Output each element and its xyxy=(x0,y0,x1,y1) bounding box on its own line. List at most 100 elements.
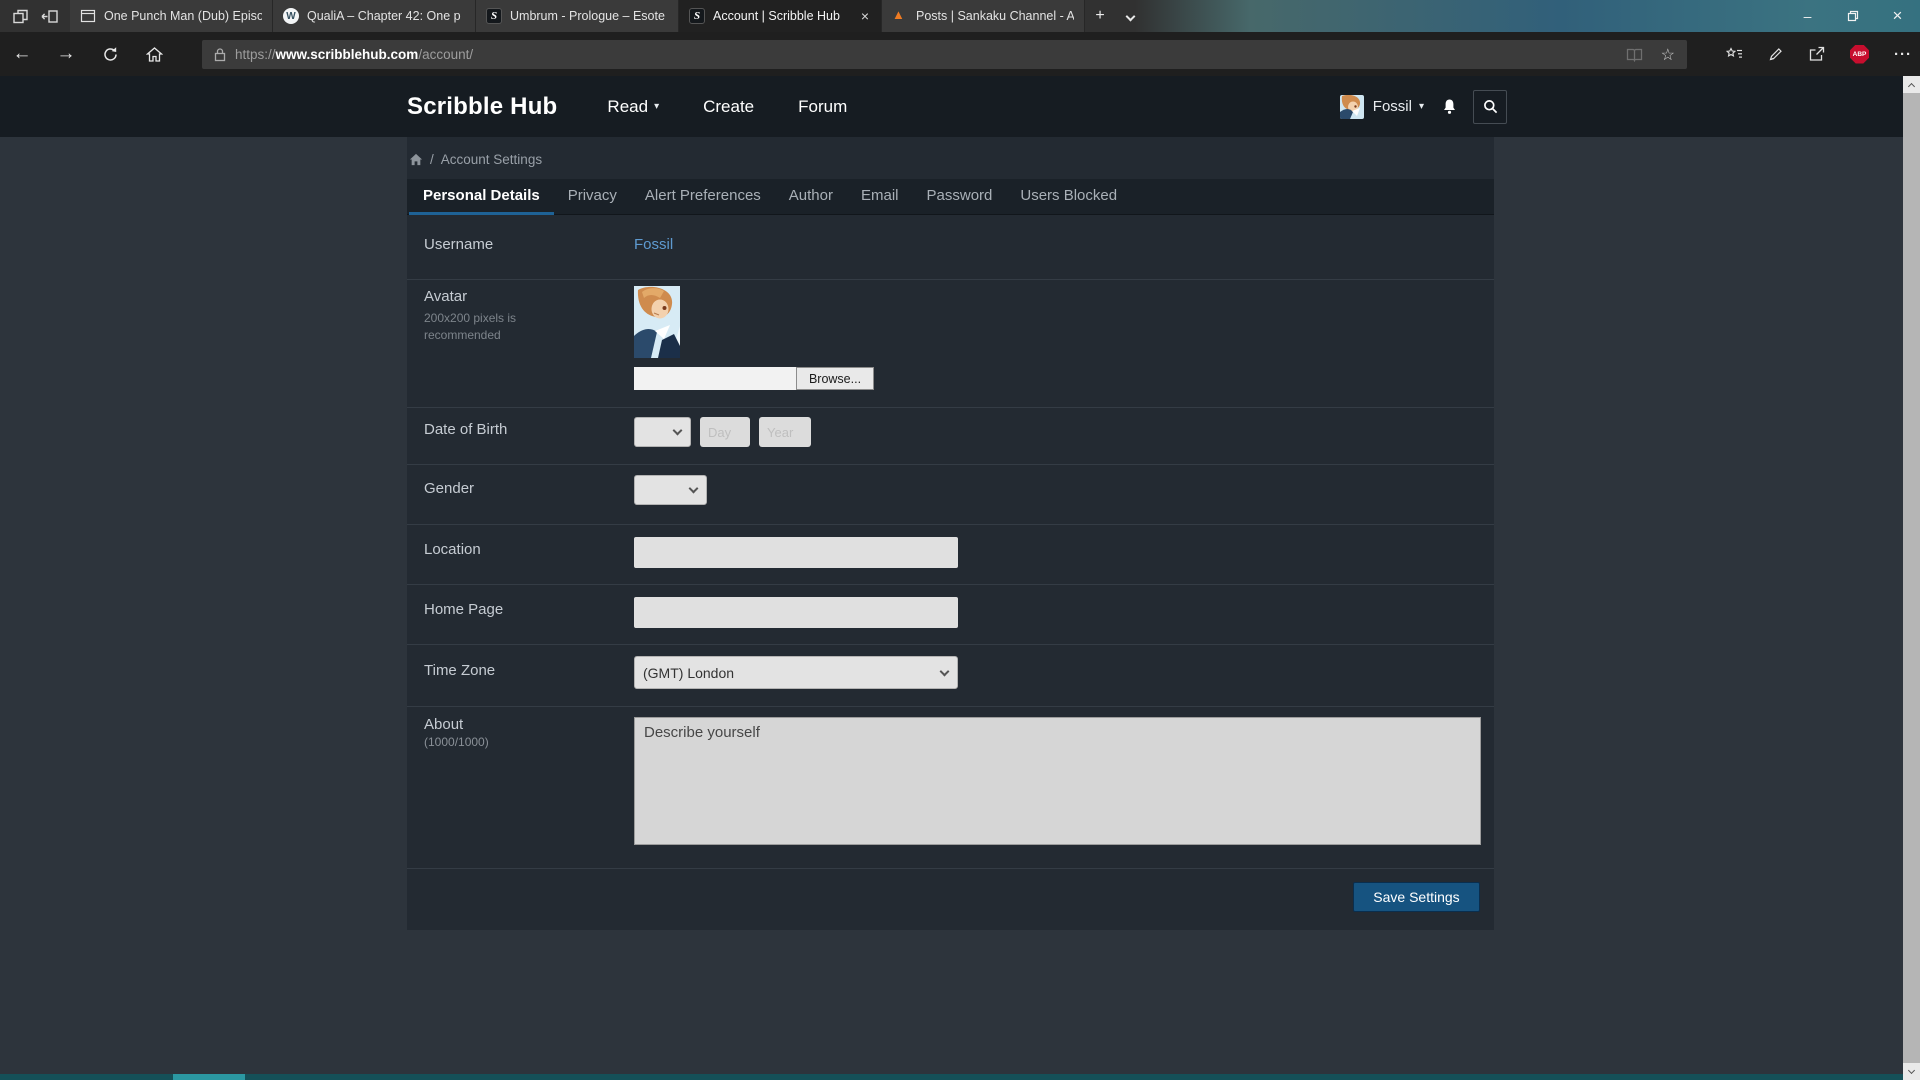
favorite-star-icon[interactable]: ☆ xyxy=(1661,45,1675,65)
address-bar-actions: ☆ xyxy=(1626,45,1675,65)
current-avatar-image xyxy=(634,286,680,358)
browser-tab-umbrum[interactable]: S Umbrum - Prologue – Esote xyxy=(476,0,679,32)
site-nav: Read▾ Create Forum xyxy=(585,97,869,117)
warning-triangle-icon: ▲ xyxy=(892,8,908,24)
tab-email[interactable]: Email xyxy=(847,179,913,215)
breadcrumb-label: Account Settings xyxy=(441,152,542,167)
home-icon[interactable] xyxy=(409,153,423,166)
site-header: Scribble Hub Read▾ Create Forum Fossil ▾ xyxy=(0,76,1903,137)
tab-personal-details[interactable]: Personal Details xyxy=(409,179,554,215)
avatar-size-hint: 200x200 pixels is recommended xyxy=(424,310,536,345)
username-label[interactable]: Fossil xyxy=(1373,98,1412,115)
about-field-label: About xyxy=(424,716,634,733)
breadcrumb: / Account Settings xyxy=(407,137,1494,167)
tab-password[interactable]: Password xyxy=(913,179,1007,215)
location-field-label: Location xyxy=(424,525,634,584)
avatar-upload-control: Browse... xyxy=(634,367,1494,390)
restore-button[interactable] xyxy=(1830,0,1875,32)
url-text: https://www.scribblehub.com/account/ xyxy=(235,47,473,62)
about-textarea[interactable] xyxy=(634,717,1481,845)
tab-privacy[interactable]: Privacy xyxy=(554,179,631,215)
close-button[interactable]: × xyxy=(1875,0,1920,32)
scroll-up-button[interactable] xyxy=(1903,76,1920,93)
tab-title: Umbrum - Prologue – Esote xyxy=(510,9,668,23)
location-row: Location xyxy=(407,525,1494,585)
share-icon[interactable] xyxy=(1809,46,1825,62)
time-zone-field-label: Time Zone xyxy=(424,645,634,706)
site-logo[interactable]: Scribble Hub xyxy=(407,93,557,121)
search-button[interactable] xyxy=(1473,90,1507,124)
nav-buttons: ← → xyxy=(0,32,176,76)
chevron-up-icon xyxy=(1908,82,1915,89)
location-input[interactable] xyxy=(634,537,958,568)
address-bar[interactable]: https://www.scribblehub.com/account/ ☆ xyxy=(202,40,1687,69)
save-row: Save Settings xyxy=(407,869,1494,927)
gender-field-label: Gender xyxy=(424,465,634,524)
scroll-down-button[interactable] xyxy=(1903,1063,1920,1080)
forward-icon[interactable]: → xyxy=(44,43,88,65)
avatar-file-input[interactable] xyxy=(634,367,796,390)
select-chevron-icon xyxy=(940,667,950,677)
tabs-preview-icon[interactable] xyxy=(12,8,29,25)
home-page-field-label: Home Page xyxy=(424,585,634,644)
gender-select[interactable] xyxy=(634,475,707,505)
back-icon[interactable]: ← xyxy=(0,43,44,65)
chevron-down-icon[interactable]: ▾ xyxy=(1419,101,1424,112)
nav-read[interactable]: Read▾ xyxy=(585,97,681,117)
page-icon xyxy=(80,8,96,24)
search-icon xyxy=(1483,99,1498,114)
lock-icon xyxy=(214,47,226,62)
minimize-button[interactable]: – xyxy=(1785,0,1830,32)
chevron-down-icon xyxy=(1125,11,1135,21)
tab-title: One Punch Man (Dub) Episo xyxy=(104,9,262,23)
browser-tab-sankaku[interactable]: ▲ Posts | Sankaku Channel - A xyxy=(882,0,1085,32)
username-value-link[interactable]: Fossil xyxy=(634,236,673,253)
tab-alert-preferences[interactable]: Alert Preferences xyxy=(631,179,775,215)
new-tab-button[interactable]: + xyxy=(1085,0,1115,32)
avatar[interactable] xyxy=(1340,95,1364,119)
page-footer-edge xyxy=(0,1074,1903,1080)
adblock-plus-icon[interactable]: ABP xyxy=(1850,45,1869,64)
tab-close-icon[interactable]: × xyxy=(859,8,871,24)
tab-author[interactable]: Author xyxy=(775,179,847,215)
dob-year-input[interactable] xyxy=(759,417,811,447)
url-path: /account/ xyxy=(418,47,473,62)
home-icon[interactable] xyxy=(132,46,176,63)
home-page-input[interactable] xyxy=(634,597,958,628)
refresh-icon[interactable] xyxy=(88,46,132,63)
tab-list-dropdown-button[interactable] xyxy=(1115,0,1145,32)
notifications-bell-icon[interactable] xyxy=(1441,98,1458,116)
browse-button[interactable]: Browse... xyxy=(796,367,874,390)
dob-day-input[interactable] xyxy=(700,417,750,447)
window-controls: – × xyxy=(1785,0,1920,32)
breadcrumb-separator: / xyxy=(430,152,434,167)
tab-bar-system-icons xyxy=(0,0,70,32)
tab-title: QualiA – Chapter 42: One p xyxy=(307,9,465,23)
avatar-field-label: Avatar xyxy=(424,288,634,305)
username-field-label: Username xyxy=(424,215,634,279)
tab-users-blocked[interactable]: Users Blocked xyxy=(1006,179,1131,215)
web-notes-pen-icon[interactable] xyxy=(1768,46,1784,62)
browser-tab-account-active[interactable]: S Account | Scribble Hub × xyxy=(679,0,882,32)
tab-title: Account | Scribble Hub xyxy=(713,9,853,23)
dob-month-select[interactable] xyxy=(634,417,691,447)
chevron-down-icon xyxy=(1908,1066,1915,1073)
time-zone-select[interactable]: (GMT) London xyxy=(634,656,958,689)
nav-forum[interactable]: Forum xyxy=(776,97,869,117)
save-settings-button[interactable]: Save Settings xyxy=(1353,882,1480,912)
favorites-hub-icon[interactable] xyxy=(1726,47,1743,61)
nav-create[interactable]: Create xyxy=(681,97,776,117)
about-char-counter: (1000/1000) xyxy=(424,735,634,749)
page-scrollbar[interactable] xyxy=(1903,76,1920,1080)
browser-tab-qualia[interactable]: W QualiA – Chapter 42: One p xyxy=(273,0,476,32)
gender-row: Gender xyxy=(407,465,1494,525)
tab-title: Posts | Sankaku Channel - A xyxy=(916,9,1074,23)
avatar-row: Avatar 200x200 pixels is recommended Bro… xyxy=(407,280,1494,408)
reading-view-icon[interactable] xyxy=(1626,47,1643,62)
set-tabs-aside-icon[interactable] xyxy=(41,8,59,25)
url-scheme: https:// xyxy=(235,47,276,62)
browser-tab-onepunchman[interactable]: One Punch Man (Dub) Episo xyxy=(70,0,273,32)
about-row: About (1000/1000) xyxy=(407,707,1494,869)
browser-tab-bar: One Punch Man (Dub) Episo W QualiA – Cha… xyxy=(0,0,1920,32)
more-menu-icon[interactable]: ··· xyxy=(1894,46,1912,63)
